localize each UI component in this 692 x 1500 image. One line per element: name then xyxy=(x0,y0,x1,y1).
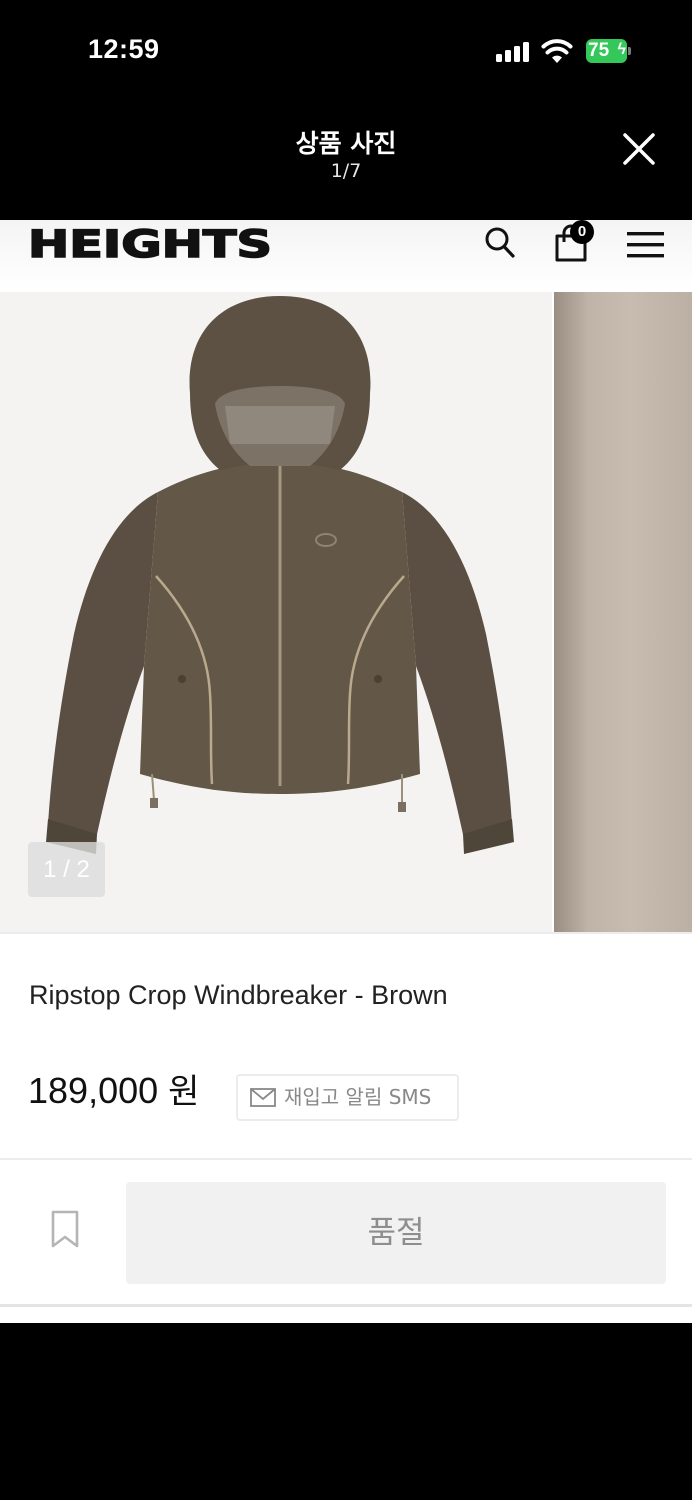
divider xyxy=(0,1304,692,1307)
mail-icon xyxy=(250,1088,276,1107)
product-name: Ripstop Crop Windbreaker - Brown xyxy=(29,980,448,1010)
product-page: HEIGHTS 0 1 / 2 Ripstop Crop Windbreaker… xyxy=(0,220,692,1323)
bookmark-icon[interactable] xyxy=(50,1210,80,1248)
heights-logo[interactable]: HEIGHTS xyxy=(28,222,274,262)
product-price: 189,000 원 xyxy=(28,1064,199,1113)
site-header: HEIGHTS 0 xyxy=(0,220,692,290)
price-currency: 원 xyxy=(168,1073,200,1111)
cellular-signal-icon xyxy=(496,42,530,62)
divider xyxy=(0,1158,692,1160)
photo-counter: 1/7 xyxy=(330,160,362,182)
status-bar: 12:59 75 ϟ xyxy=(0,0,692,100)
product-image-slide[interactable]: 1 / 2 xyxy=(0,292,552,932)
status-time: 12:59 xyxy=(88,34,160,64)
next-product-image-slide[interactable] xyxy=(554,292,692,932)
photo-viewer-header: 상품 사진 1/7 xyxy=(0,100,692,220)
product-image-gallery[interactable]: 1 / 2 xyxy=(0,292,692,932)
product-image-jacket xyxy=(46,296,514,854)
battery-level: 75 xyxy=(588,40,610,61)
hamburger-menu-icon[interactable] xyxy=(627,232,664,258)
logo-text: HEIGHTS xyxy=(28,223,272,262)
close-icon[interactable] xyxy=(618,128,660,170)
restock-button-label: 재입고 알림 SMS xyxy=(284,1085,432,1109)
price-value: 189,000 xyxy=(28,1070,159,1111)
wifi-icon xyxy=(541,39,573,63)
restock-sms-alert-button[interactable]: 재입고 알림 SMS xyxy=(236,1074,459,1121)
battery-icon: 75 ϟ xyxy=(586,39,632,63)
sold-out-button[interactable]: 품절 xyxy=(126,1182,666,1284)
cart-count-badge: 0 xyxy=(570,220,594,244)
search-icon[interactable] xyxy=(484,226,516,260)
slide-counter: 1 / 2 xyxy=(28,842,105,897)
black-area xyxy=(0,1323,692,1500)
viewer-title: 상품 사진 xyxy=(295,129,397,158)
divider xyxy=(0,932,692,934)
charging-bolt-icon: ϟ xyxy=(617,41,626,58)
